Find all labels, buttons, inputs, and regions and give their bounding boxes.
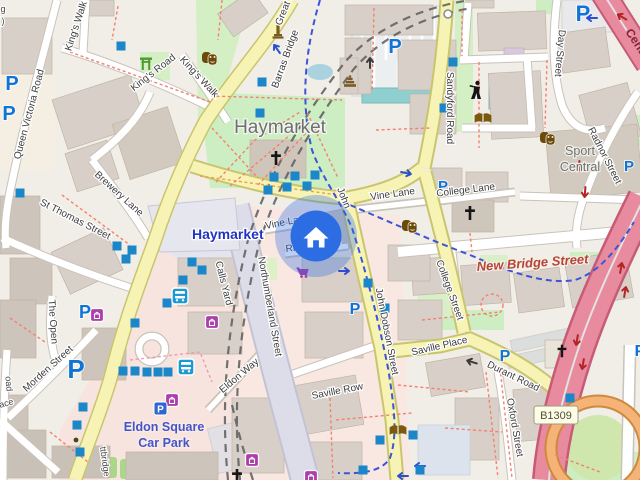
svg-text:B1309: B1309 [540, 410, 572, 422]
svg-text:P: P [157, 405, 164, 416]
home-location-marker[interactable] [275, 195, 357, 277]
area-label-sport: Sport [565, 144, 595, 158]
svg-text:P: P [350, 301, 361, 318]
svg-text:P: P [624, 158, 634, 175]
map-canvas[interactable]: P P P P P P P P P P P P Queen Victoria R… [0, 0, 640, 480]
svg-text:P: P [5, 73, 18, 95]
svg-text:P: P [79, 302, 91, 322]
svg-text:P: P [635, 343, 640, 360]
street-label-fragment-oad: oad [3, 376, 14, 392]
svg-text:P: P [67, 354, 84, 384]
svg-text:P: P [2, 103, 15, 125]
road-ref-badge-b1309: B1309 [534, 406, 578, 424]
station-label-haymarket: Haymarket [192, 226, 264, 242]
street-label-sandyford-road: Sandyford Road [444, 72, 455, 144]
label-fragment-g: g [0, 4, 5, 14]
mini-roundabout-icon [444, 10, 452, 18]
private-parking-icon: P [154, 402, 167, 416]
svg-text:P: P [576, 1, 591, 26]
label-fragment-paren: ) [2, 16, 5, 26]
svg-text:P: P [388, 36, 401, 58]
map-svg[interactable]: P P P P P P P P P P P P Queen Victoria R… [0, 0, 640, 480]
traffic-signal-dot [74, 438, 79, 443]
carpark-label-line2: Car Park [138, 436, 189, 450]
carpark-label-line1: Eldon Square [124, 420, 205, 434]
area-label-central: Central [560, 160, 600, 174]
svg-text:P: P [500, 348, 511, 365]
place-label-haymarket: Haymarket [234, 117, 327, 138]
